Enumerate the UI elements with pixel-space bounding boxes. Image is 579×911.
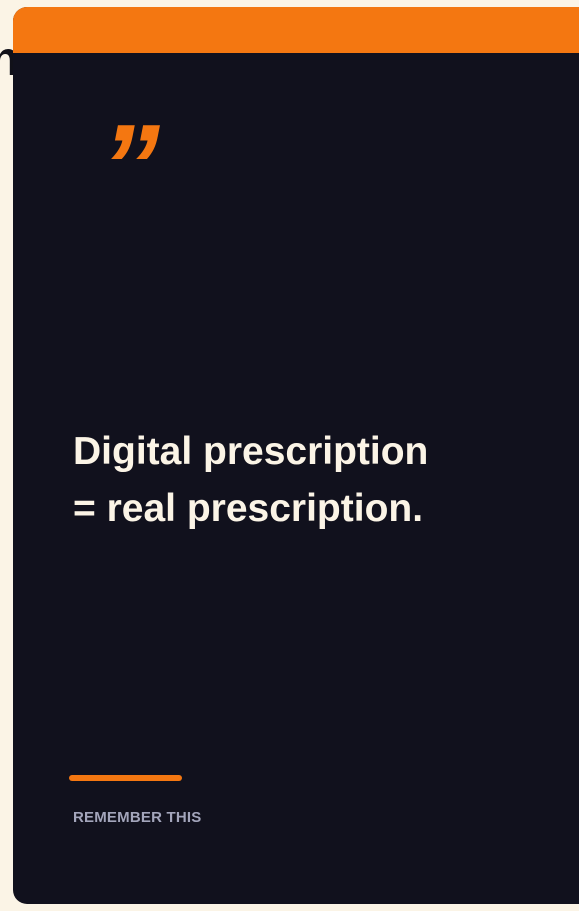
quote-mark-icon: ” [100, 100, 160, 234]
card-accent-bar [13, 7, 579, 53]
quote-card: ” Digital prescription = real prescripti… [13, 7, 579, 904]
quote-text: Digital prescription = real prescription… [73, 430, 429, 530]
accent-divider [69, 775, 182, 781]
card-caption: REMEMBER THIS [73, 809, 202, 826]
